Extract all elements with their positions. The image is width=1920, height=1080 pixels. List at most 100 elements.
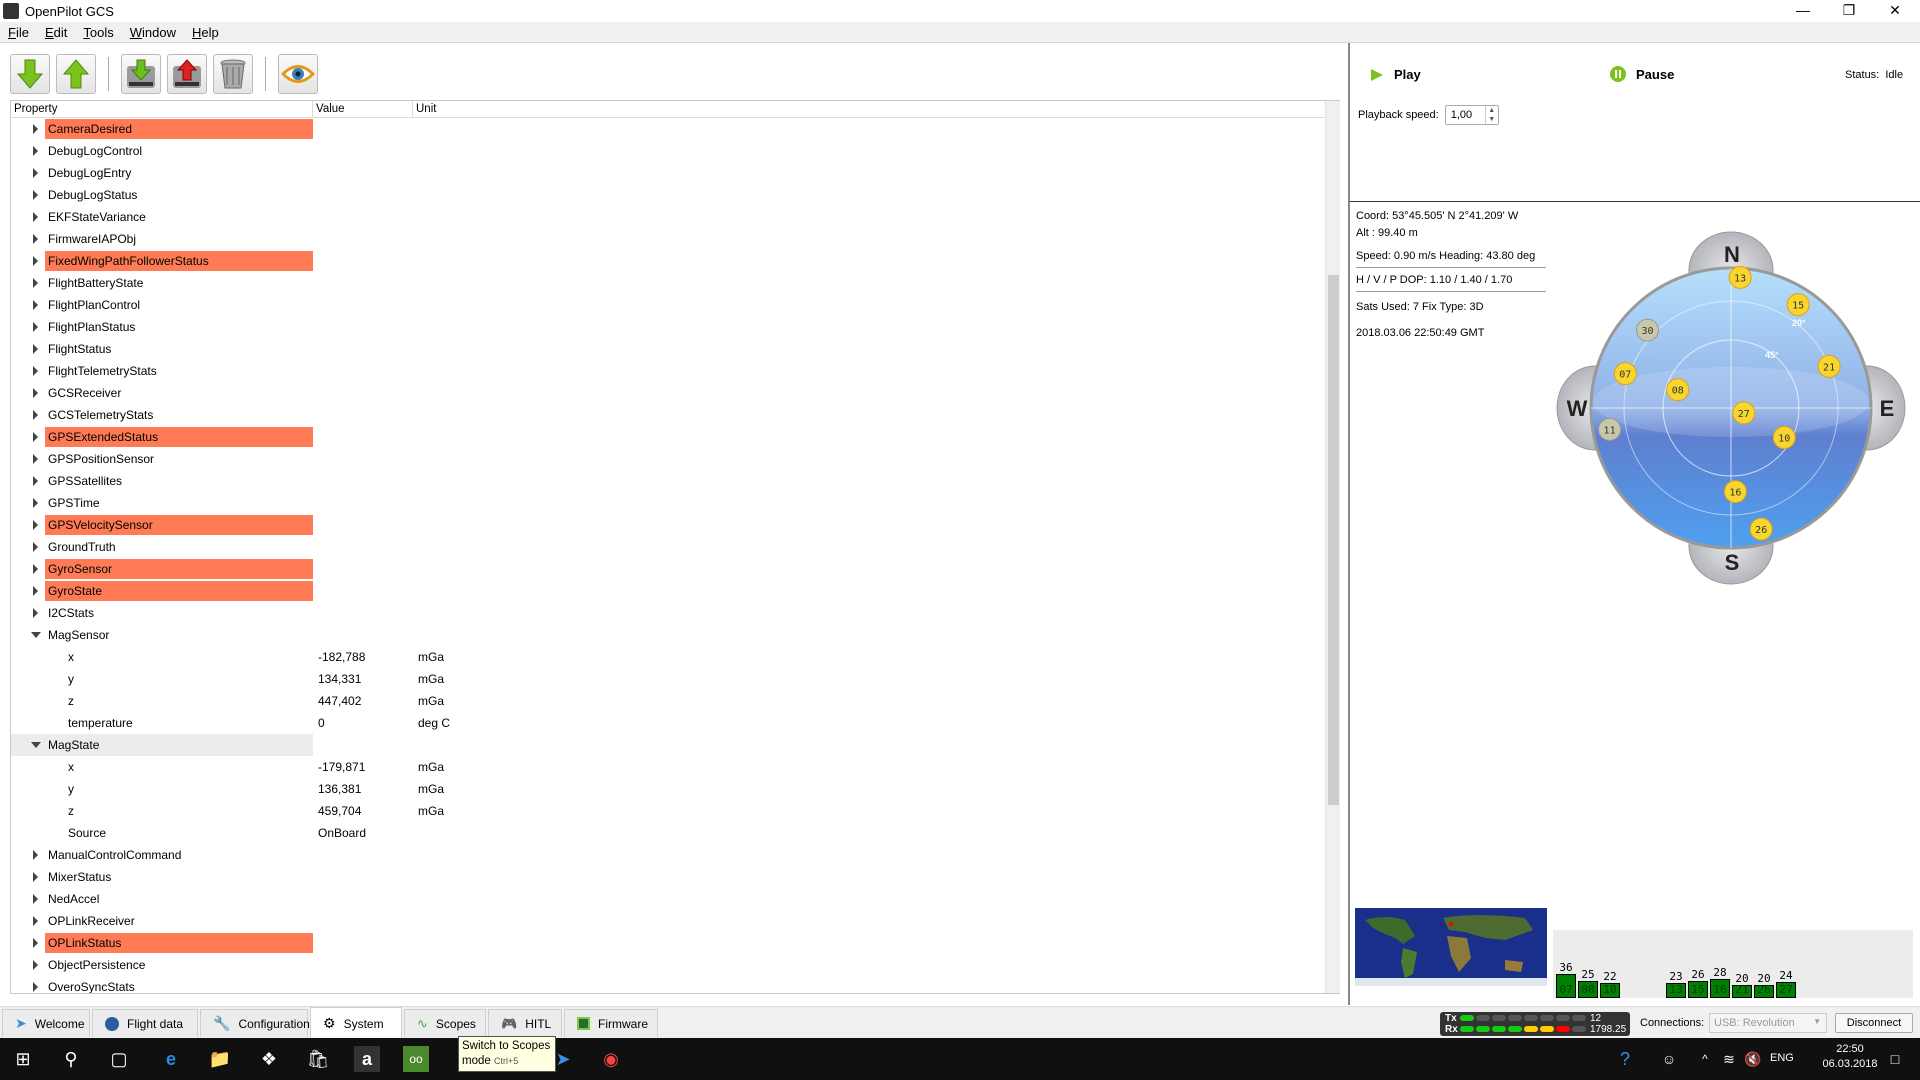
- collapsed-arrow-icon[interactable]: [33, 916, 38, 926]
- tree-object-row[interactable]: OPLinkReceiver: [11, 910, 1339, 932]
- tree-object-row[interactable]: GPSTime: [11, 492, 1339, 514]
- tree-field-row[interactable]: y 136,381 mGa: [11, 778, 1339, 800]
- wifi-icon[interactable]: ≋: [1716, 1046, 1742, 1072]
- tree-object-row[interactable]: GCSReceiver: [11, 382, 1339, 404]
- tree-object-row[interactable]: GyroState: [11, 580, 1339, 602]
- tree-object-row[interactable]: OveroSyncStats: [11, 976, 1339, 993]
- send-button[interactable]: [56, 54, 96, 94]
- tree-field-row[interactable]: x -179,871 mGa: [11, 756, 1339, 778]
- tree-object-row[interactable]: ManualControlCommand: [11, 844, 1339, 866]
- file-explorer-icon[interactable]: 📁: [207, 1046, 233, 1072]
- chevron-up-icon[interactable]: ^: [1692, 1046, 1718, 1072]
- tree-object-row[interactable]: GPSVelocitySensor: [11, 514, 1339, 536]
- tree-object-row[interactable]: MagSensor: [11, 624, 1339, 646]
- tree-field-row[interactable]: Source OnBoard: [11, 822, 1339, 844]
- tree-object-row[interactable]: EKFStateVariance: [11, 206, 1339, 228]
- tree-object-row[interactable]: FixedWingPathFollowerStatus: [11, 250, 1339, 272]
- language-indicator[interactable]: ENG: [1770, 1052, 1794, 1064]
- volume-muted-icon[interactable]: 🔇: [1740, 1046, 1766, 1072]
- dropbox-icon[interactable]: ❖: [256, 1046, 282, 1072]
- collapsed-arrow-icon[interactable]: [33, 168, 38, 178]
- collapsed-arrow-icon[interactable]: [33, 850, 38, 860]
- tree-object-row[interactable]: DebugLogStatus: [11, 184, 1339, 206]
- tree-object-row[interactable]: CameraDesired: [11, 118, 1339, 140]
- tree-object-row[interactable]: GPSSatellites: [11, 470, 1339, 492]
- tab-hitl[interactable]: 🎮 HITL: [488, 1009, 562, 1037]
- play-button[interactable]: Play: [1370, 67, 1421, 82]
- collapsed-arrow-icon[interactable]: [33, 124, 38, 134]
- menu-help[interactable]: Help: [184, 25, 227, 40]
- tree-vertical-scrollbar[interactable]: [1325, 101, 1340, 993]
- tab-welcome[interactable]: ➤ Welcome: [2, 1009, 90, 1037]
- tree-object-row[interactable]: OPLinkStatus: [11, 932, 1339, 954]
- tree-object-row[interactable]: GCSTelemetryStats: [11, 404, 1339, 426]
- collapsed-arrow-icon[interactable]: [33, 300, 38, 310]
- load-from-flash-button[interactable]: [167, 54, 207, 94]
- tree-object-row[interactable]: FlightBatteryState: [11, 272, 1339, 294]
- collapsed-arrow-icon[interactable]: [33, 872, 38, 882]
- menu-tools[interactable]: Tools: [75, 25, 121, 40]
- tree-object-row[interactable]: GyroSensor: [11, 558, 1339, 580]
- people-icon[interactable]: ☺: [1656, 1046, 1682, 1072]
- tree-field-row[interactable]: temperature 0 deg C: [11, 712, 1339, 734]
- edge-icon[interactable]: e: [158, 1046, 184, 1072]
- collapsed-arrow-icon[interactable]: [33, 388, 38, 398]
- collapsed-arrow-icon[interactable]: [33, 278, 38, 288]
- tree-object-row[interactable]: FlightTelemetryStats: [11, 360, 1339, 382]
- tab-scopes[interactable]: ∿ Scopes: [404, 1009, 486, 1037]
- expanded-arrow-icon[interactable]: [31, 632, 41, 638]
- tree-object-row[interactable]: I2CStats: [11, 602, 1339, 624]
- tree-field-row[interactable]: x -182,788 mGa: [11, 646, 1339, 668]
- collapsed-arrow-icon[interactable]: [33, 498, 38, 508]
- request-button[interactable]: [10, 54, 50, 94]
- value-cell[interactable]: 136,381: [313, 782, 413, 796]
- collapsed-arrow-icon[interactable]: [33, 432, 38, 442]
- collapsed-arrow-icon[interactable]: [33, 410, 38, 420]
- tripadvisor-icon[interactable]: oo: [403, 1046, 429, 1072]
- pause-button[interactable]: Pause: [1610, 66, 1674, 82]
- menu-window[interactable]: Window: [122, 25, 184, 40]
- tab-system[interactable]: ⚙ System: [310, 1007, 402, 1039]
- tree-object-row[interactable]: MixerStatus: [11, 866, 1339, 888]
- collapsed-arrow-icon[interactable]: [33, 894, 38, 904]
- tree-object-row[interactable]: NedAccel: [11, 888, 1339, 910]
- tab-configuration[interactable]: 🔧 Configuration: [200, 1009, 310, 1037]
- column-header-property[interactable]: Property: [11, 101, 313, 117]
- collapsed-arrow-icon[interactable]: [33, 366, 38, 376]
- tree-object-row[interactable]: ObjectPersistence: [11, 954, 1339, 976]
- scrollbar-thumb[interactable]: [1328, 275, 1339, 805]
- tree-object-row[interactable]: GPSPositionSensor: [11, 448, 1339, 470]
- collapsed-arrow-icon[interactable]: [33, 542, 38, 552]
- minimize-button[interactable]: —: [1780, 0, 1826, 22]
- tree-field-row[interactable]: z 459,704 mGa: [11, 800, 1339, 822]
- tab-flight-data[interactable]: Flight data: [92, 1009, 198, 1037]
- collapsed-arrow-icon[interactable]: [33, 256, 38, 266]
- tree-object-row[interactable]: DebugLogEntry: [11, 162, 1339, 184]
- collapsed-arrow-icon[interactable]: [33, 982, 38, 992]
- collapsed-arrow-icon[interactable]: [33, 146, 38, 156]
- value-cell[interactable]: OnBoard: [313, 826, 413, 840]
- playback-speed-spinbox[interactable]: 1,00 ▲ ▼: [1444, 105, 1499, 125]
- collapsed-arrow-icon[interactable]: [33, 520, 38, 530]
- tree-object-row[interactable]: MagState: [11, 734, 1339, 756]
- store-icon[interactable]: 🛍: [305, 1046, 331, 1072]
- collapsed-arrow-icon[interactable]: [33, 608, 38, 618]
- help-tray-icon[interactable]: ?: [1612, 1046, 1638, 1072]
- collapsed-arrow-icon[interactable]: [33, 586, 38, 596]
- connections-dropdown[interactable]: USB: Revolution ▼: [1709, 1013, 1827, 1033]
- tree-field-row[interactable]: z 447,402 mGa: [11, 690, 1339, 712]
- value-cell[interactable]: 0: [313, 716, 413, 730]
- tab-firmware[interactable]: Firmware: [564, 1009, 658, 1037]
- value-cell[interactable]: 134,331: [313, 672, 413, 686]
- spin-arrows-icon[interactable]: ▲ ▼: [1484, 106, 1498, 124]
- menu-file[interactable]: File: [0, 25, 37, 40]
- tree-object-row[interactable]: FirmwareIAPObj: [11, 228, 1339, 250]
- value-cell[interactable]: 459,704: [313, 804, 413, 818]
- clock[interactable]: 22:50 06.03.2018: [1815, 1043, 1885, 1070]
- amazon-icon[interactable]: a: [354, 1046, 380, 1072]
- collapsed-arrow-icon[interactable]: [33, 322, 38, 332]
- column-header-value[interactable]: Value: [313, 101, 413, 117]
- tree-object-row[interactable]: FlightStatus: [11, 338, 1339, 360]
- value-cell[interactable]: -179,871: [313, 760, 413, 774]
- notifications-icon[interactable]: □: [1882, 1046, 1908, 1072]
